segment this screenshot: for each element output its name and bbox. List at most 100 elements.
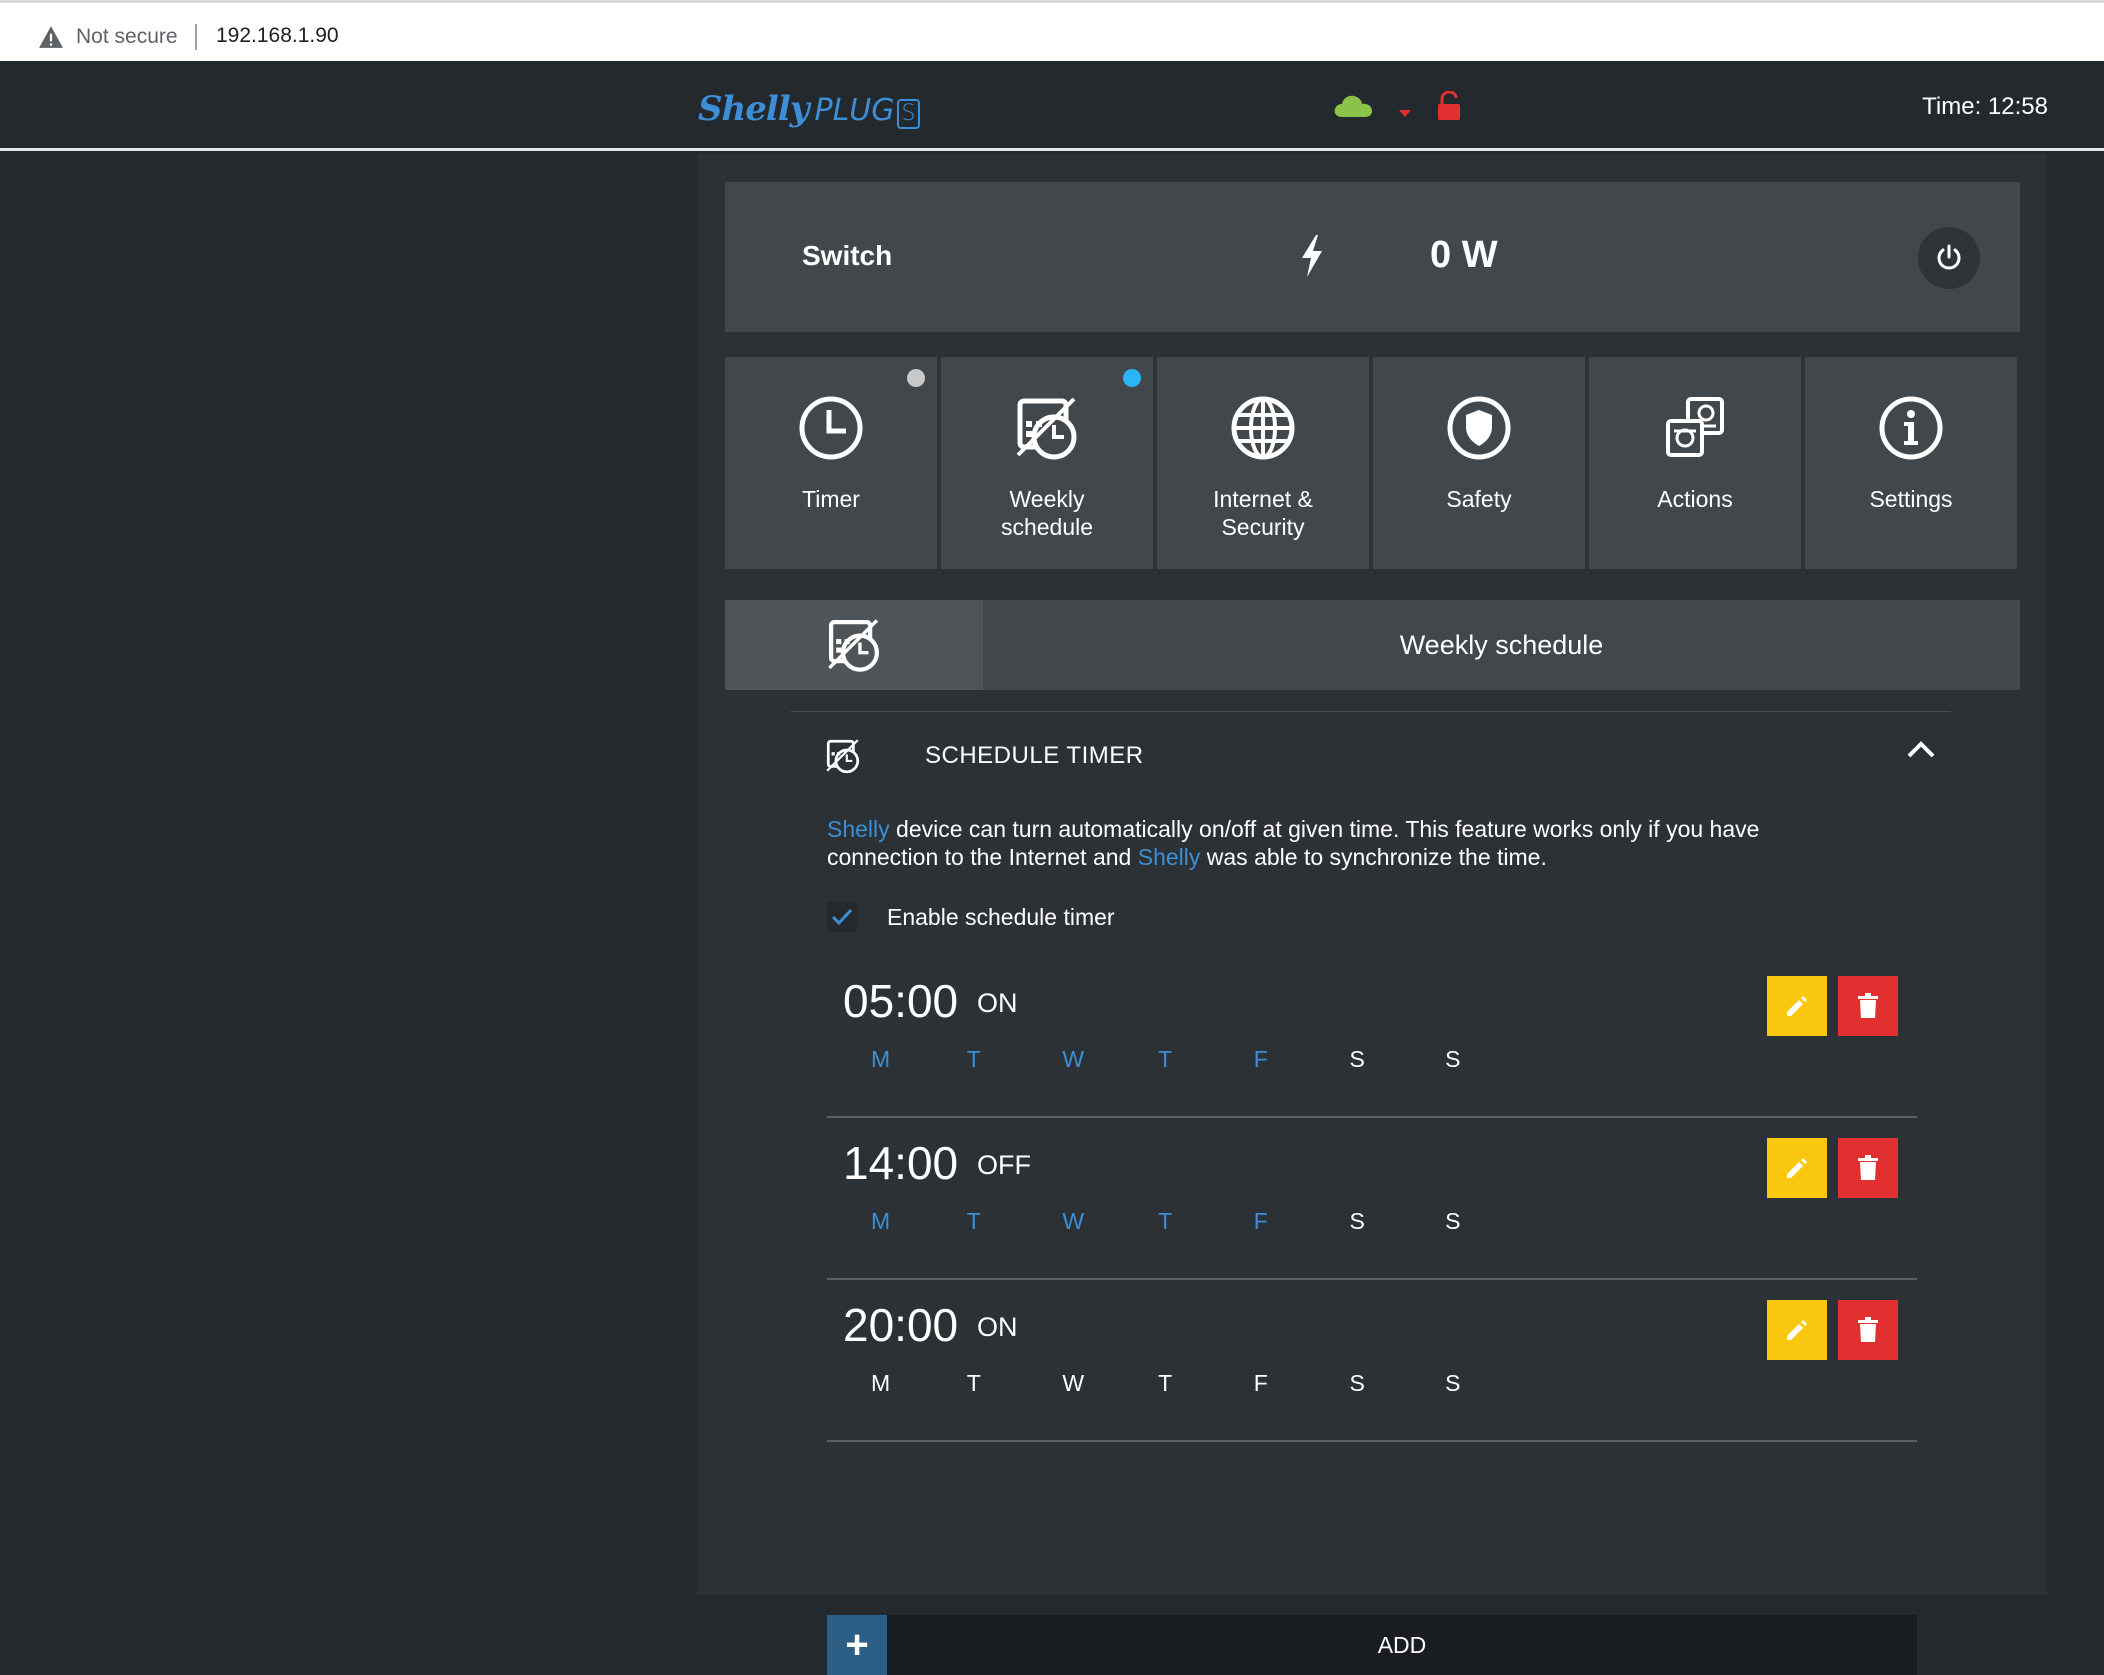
cloud-icon — [1334, 95, 1372, 117]
weekday-label: T — [966, 1370, 981, 1396]
weekday-label: W — [1062, 1208, 1085, 1234]
edit-button[interactable] — [1767, 976, 1827, 1036]
pencil-icon — [1787, 1158, 1807, 1178]
enable-schedule-checkbox[interactable] — [827, 902, 857, 932]
schedule-entry: 05:00 ON M T W T F S S — [827, 956, 1917, 1118]
actions-icon — [1666, 397, 1724, 457]
weekly-schedule-title: Weekly schedule — [1399, 629, 1604, 660]
weekday-label: F — [1253, 1370, 1268, 1396]
globe-icon — [1231, 396, 1295, 460]
menu-item-safety[interactable]: Safety — [1373, 357, 1585, 569]
weekly-schedule-icon-box — [725, 600, 983, 690]
weekday-label: T — [966, 1046, 981, 1072]
weekday-list: MTWTFSS — [871, 1370, 1541, 1397]
logo-product: PLUG S — [815, 93, 921, 129]
schedule-time: 14:00 — [843, 1137, 959, 1189]
status-dot-grey — [907, 369, 925, 387]
status-dot-blue — [1123, 369, 1141, 387]
schedule-entry: 20:00 ON M T W T F S S — [827, 1280, 1917, 1442]
menu-item-weekly-schedule[interactable]: Weekly schedule — [941, 357, 1153, 569]
menu-label: Actions — [1657, 486, 1733, 512]
weekday-label: S — [1349, 1046, 1365, 1072]
pencil-icon — [1787, 996, 1807, 1016]
weekly-schedule-icon — [1016, 397, 1077, 460]
weekday-label: T — [966, 1208, 981, 1234]
menu-label: Internet & Security — [1213, 486, 1313, 540]
schedule-state: ON — [977, 988, 1018, 1018]
clock-icon — [799, 396, 863, 460]
enable-schedule-row[interactable]: Enable schedule timer — [827, 899, 1115, 935]
delete-button[interactable] — [1838, 1138, 1898, 1198]
brand-name: Shelly — [827, 816, 890, 842]
add-schedule-button[interactable]: + ADD — [827, 1615, 1917, 1675]
entry-divider — [827, 1440, 1917, 1442]
power-toggle-button[interactable] — [1918, 227, 1980, 289]
schedule-entry: 14:00 OFF M T W T F S S — [827, 1118, 1917, 1280]
weekly-schedule-icon — [826, 739, 860, 774]
chevron-up-icon[interactable] — [1907, 740, 1935, 758]
weekday-label: F — [1253, 1046, 1268, 1072]
weekday-label: W — [1062, 1370, 1085, 1396]
url-text[interactable]: 192.168.1.90 — [216, 24, 339, 48]
schedule-state: ON — [977, 1312, 1018, 1342]
description-text: was able to synchronize the time. — [1200, 844, 1547, 870]
browser-address-bar[interactable]: Not secure 192.168.1.90 — [0, 0, 2104, 61]
plus-icon[interactable]: + — [827, 1615, 887, 1675]
schedule-state: OFF — [977, 1150, 1031, 1180]
delete-button[interactable] — [1838, 1300, 1898, 1360]
power-reading: 0 W — [1430, 234, 1498, 276]
logo-brand: Shelly — [698, 89, 809, 129]
trash-icon — [1858, 1155, 1878, 1180]
weekday-label: S — [1445, 1370, 1461, 1396]
weekday-label: S — [1349, 1208, 1365, 1234]
switch-label: Switch — [802, 240, 893, 271]
weekday-label: S — [1445, 1046, 1461, 1072]
menu-label: Settings — [1869, 486, 1953, 512]
shelly-logo: Shelly PLUG S — [698, 83, 921, 129]
trash-icon — [1858, 1317, 1878, 1342]
enable-schedule-label: Enable schedule timer — [887, 903, 1115, 930]
warning-icon — [39, 26, 63, 48]
pencil-icon — [1787, 1320, 1807, 1340]
divider — [791, 711, 1951, 712]
logo-product-text: PLUG — [814, 93, 895, 128]
feature-menu: Timer Weekly schedule Internet & Securit… — [725, 357, 2020, 569]
weekday-label: W — [1062, 1046, 1085, 1072]
trash-icon — [1858, 993, 1878, 1018]
delete-button[interactable] — [1838, 976, 1898, 1036]
weekday-label: S — [1445, 1208, 1461, 1234]
edit-button[interactable] — [1767, 1300, 1827, 1360]
weekday-label: T — [1158, 1208, 1173, 1234]
schedule-timer-title: SCHEDULE TIMER — [925, 742, 1144, 769]
security-label: Not secure — [76, 25, 178, 48]
weekly-schedule-header: Weekly schedule — [725, 600, 2020, 690]
schedule-timer-section-header[interactable]: SCHEDULE TIMER — [825, 726, 1951, 782]
menu-item-internet-security[interactable]: Internet & Security — [1157, 357, 1369, 569]
info-icon — [1879, 396, 1943, 460]
weekday-label: T — [1158, 1370, 1173, 1396]
wifi-signal-icon — [1399, 110, 1411, 117]
lock-open-icon — [1438, 91, 1460, 120]
schedule-time: 20:00 — [843, 1299, 959, 1351]
schedule-description: Shelly device can turn automatically on/… — [827, 815, 1867, 871]
weekday-label: M — [871, 1208, 891, 1234]
weekday-label: T — [1158, 1046, 1173, 1072]
weekday-list: MTWTFSS — [871, 1208, 1541, 1235]
menu-label: Timer — [802, 486, 860, 512]
status-icons — [1332, 91, 1462, 121]
menu-item-settings[interactable]: Settings — [1805, 357, 2017, 569]
checkmark-icon — [831, 908, 853, 926]
weekday-list: MTWTFSS — [871, 1046, 1541, 1073]
edit-button[interactable] — [1767, 1138, 1827, 1198]
brand-name: Shelly — [1137, 844, 1201, 870]
weekday-label: S — [1349, 1370, 1365, 1396]
switch-card: Switch 0 W — [725, 182, 2020, 332]
header-time: Time: 12:58 — [1922, 93, 2048, 120]
menu-item-timer[interactable]: Timer — [725, 357, 937, 569]
weekday-label: F — [1253, 1208, 1268, 1234]
menu-item-actions[interactable]: Actions — [1589, 357, 1801, 569]
weekly-schedule-icon — [828, 619, 880, 672]
main-panel: Switch 0 W Timer Weekly schedule Interne… — [697, 154, 2047, 1675]
security-indicator[interactable]: Not secure — [38, 22, 178, 52]
logo-variant: S — [896, 99, 921, 129]
